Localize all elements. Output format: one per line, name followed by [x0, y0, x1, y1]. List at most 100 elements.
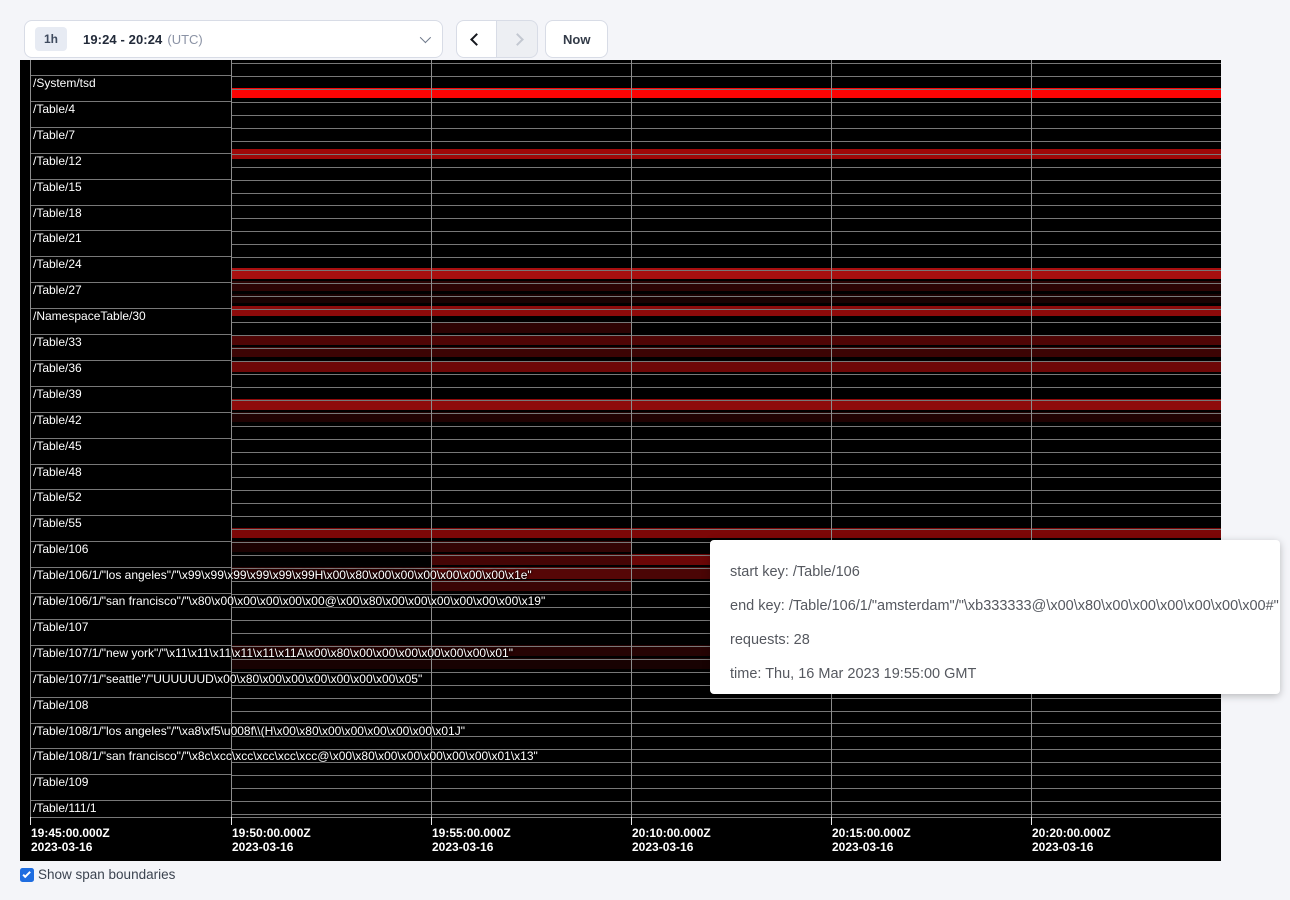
row-label: /Table/52	[33, 491, 82, 504]
footer: Show span boundaries	[20, 867, 175, 882]
axis-tick	[30, 817, 31, 825]
key-visualizer-heatmap[interactable]: /System/tsd/Table/4/Table/7/Table/12/Tab…	[20, 60, 1221, 861]
span-boundary-line	[30, 817, 1221, 818]
span-boundary-line	[231, 387, 1221, 388]
span-boundary-line	[231, 76, 1221, 77]
row-label: /Table/108	[33, 699, 88, 712]
next-interval-button-disabled[interactable]	[497, 20, 538, 58]
span-boundary-line	[231, 244, 1221, 245]
span-boundary-line	[231, 231, 1221, 232]
row-label: /Table/21	[33, 232, 82, 245]
span-boundary-line	[231, 322, 1221, 323]
span-boundary-line	[231, 193, 1221, 194]
grid-line	[631, 60, 632, 817]
span-boundary-line	[231, 503, 1221, 504]
span-boundary-line	[231, 296, 1221, 297]
span-boundary-line	[231, 775, 1221, 776]
axis-tick	[231, 817, 232, 825]
row-label: /Table/107	[33, 621, 88, 634]
row-label: /System/tsd	[33, 77, 96, 90]
row-label: /Table/55	[33, 517, 82, 530]
span-boundary-line	[231, 180, 1221, 181]
duration-badge: 1h	[35, 27, 67, 51]
timezone-text: (UTC)	[167, 32, 202, 47]
axis-tick	[831, 817, 832, 825]
row-label: /Table/108/1/"los angeles"/"\xa8\xf5\u00…	[33, 725, 465, 738]
tooltip-end-key: end key: /Table/106/1/"amsterdam"/"\xb33…	[730, 596, 1260, 617]
time-nav-group	[456, 20, 538, 58]
row-label: /Table/15	[33, 181, 82, 194]
row-label: /Table/109	[33, 776, 88, 789]
heatmap-band	[432, 322, 632, 333]
grid-line	[1031, 60, 1032, 817]
row-label: /Table/111/1	[33, 802, 97, 815]
axis-tick-label: 20:10:00.000Z2023-03-16	[632, 826, 711, 854]
span-boundary-line	[231, 218, 1221, 219]
grid-line	[30, 60, 31, 817]
row-label: /Table/107/1/"seattle"/"UUUUUUD\x00\x80\…	[33, 673, 422, 686]
row-label: /Table/27	[33, 284, 82, 297]
span-boundary-line	[231, 141, 1221, 142]
axis-tick-label: 20:15:00.000Z2023-03-16	[832, 826, 911, 854]
span-boundary-line	[231, 711, 1221, 712]
row-label: /Table/107/1/"new york"/"\x11\x11\x11\x1…	[33, 647, 513, 660]
span-boundary-line	[231, 490, 1221, 491]
row-label: /Table/33	[33, 336, 82, 349]
span-boundary-line	[231, 154, 1221, 155]
time-range-text: 19:24 - 20:24	[83, 32, 162, 47]
axis-tick-label: 19:55:00.000Z2023-03-16	[432, 826, 511, 854]
axis-tick	[431, 817, 432, 825]
time-range-select[interactable]: 1h 19:24 - 20:24 (UTC)	[24, 20, 443, 58]
chevron-left-icon	[470, 33, 483, 46]
chevron-right-icon	[511, 33, 524, 46]
span-boundary-line	[231, 348, 1221, 349]
row-label: /Table/7	[33, 129, 75, 142]
row-label: /NamespaceTable/30	[33, 310, 146, 323]
heatmap-band	[232, 306, 1221, 316]
row-label: /Table/106/1/"san francisco"/"\x80\x00\x…	[33, 595, 545, 608]
row-label: /Table/24	[33, 258, 82, 271]
show-span-boundaries-label: Show span boundaries	[38, 867, 175, 882]
row-label: /Table/42	[33, 414, 82, 427]
span-boundary-line	[231, 335, 1221, 336]
span-boundary-line	[231, 102, 1221, 103]
span-boundary-line	[231, 270, 1221, 271]
show-span-boundaries-checkbox[interactable]	[20, 868, 34, 882]
axis-tick	[1031, 817, 1032, 825]
grid-line	[431, 60, 432, 817]
axis-tick-label: 19:50:00.000Z2023-03-16	[232, 826, 311, 854]
span-boundary-line	[231, 361, 1221, 362]
span-boundary-line	[231, 529, 1221, 530]
span-boundary-line	[231, 205, 1221, 206]
span-boundary-line	[231, 698, 1221, 699]
chevron-down-icon	[420, 32, 431, 43]
span-boundary-line	[231, 516, 1221, 517]
span-boundary-line	[231, 477, 1221, 478]
span-boundary-line	[231, 309, 1221, 310]
tooltip-start-key: start key: /Table/106	[730, 562, 1260, 583]
checkmark-icon	[22, 869, 30, 877]
heatmap-tooltip: start key: /Table/106 end key: /Table/10…	[710, 540, 1280, 694]
row-label: /Table/36	[33, 362, 82, 375]
row-label: /Table/45	[33, 440, 82, 453]
span-boundary-line	[231, 464, 1221, 465]
tooltip-time: time: Thu, 16 Mar 2023 19:55:00 GMT	[730, 664, 1260, 685]
span-boundary-line	[231, 257, 1221, 258]
grid-line	[831, 60, 832, 817]
previous-interval-button[interactable]	[456, 20, 497, 58]
now-button[interactable]: Now	[545, 20, 608, 58]
row-label: /Table/106	[33, 543, 88, 556]
span-boundary-line	[231, 413, 1221, 414]
row-label: /Table/106/1/"los angeles"/"\x99\x99\x99…	[33, 569, 532, 582]
span-boundary-line	[231, 788, 1221, 789]
span-boundary-line	[231, 439, 1221, 440]
span-boundary-line	[231, 115, 1221, 116]
axis-tick	[631, 817, 632, 825]
row-label: /Table/39	[33, 388, 82, 401]
span-boundary-line	[231, 426, 1221, 427]
span-boundary-line	[231, 400, 1221, 401]
span-boundary-line	[231, 128, 1221, 129]
row-label: /Table/48	[33, 466, 82, 479]
span-boundary-line	[231, 89, 1221, 90]
row-label: /Table/4	[33, 103, 75, 116]
